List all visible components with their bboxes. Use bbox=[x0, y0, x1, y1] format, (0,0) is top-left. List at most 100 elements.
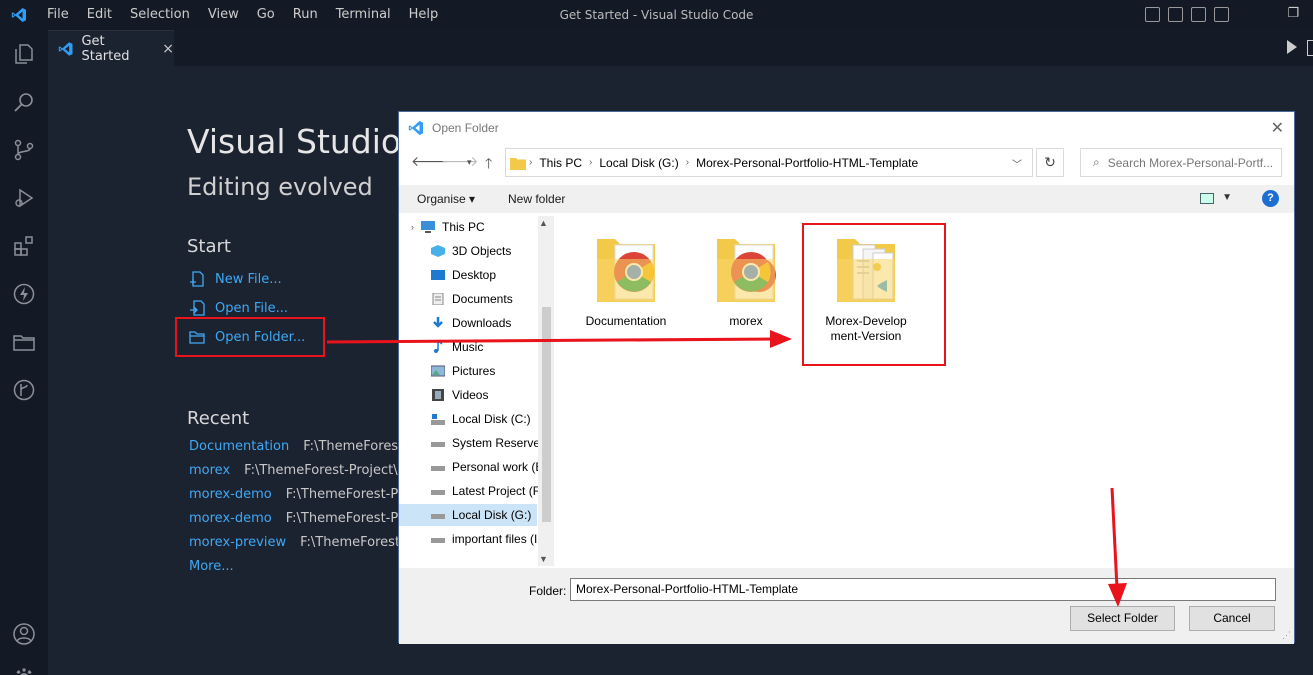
search-icon: ⌕ bbox=[1093, 155, 1100, 169]
open-folder-dialog: Open Folder ✕ 🡐 🡒 ▾ 🡑 › This PC › Local … bbox=[398, 111, 1295, 644]
forward-arrow-icon[interactable]: 🡒 bbox=[441, 153, 479, 170]
split-editor-icon[interactable] bbox=[1307, 40, 1313, 56]
lightning-icon[interactable] bbox=[12, 282, 36, 306]
computer-icon bbox=[421, 221, 435, 233]
search-icon[interactable] bbox=[12, 90, 36, 114]
folder-item-documentation[interactable]: Documentation bbox=[566, 231, 686, 329]
refresh-icon[interactable]: ↻ bbox=[1036, 148, 1064, 177]
address-dropdown-icon[interactable]: ﹀ bbox=[1012, 156, 1022, 171]
up-arrow-icon[interactable]: 🡑 bbox=[485, 153, 492, 177]
chrome-folder-icon bbox=[597, 239, 655, 302]
recent-name: morex bbox=[189, 463, 231, 478]
expand-chevron-icon[interactable]: › bbox=[411, 222, 414, 232]
nav-item-music[interactable]: Music bbox=[431, 336, 539, 358]
nav-item-label: Local Disk (G:) bbox=[452, 508, 532, 522]
nav-item-label: important files (I bbox=[452, 532, 538, 546]
new-file-link[interactable]: New File... bbox=[189, 270, 282, 288]
start-heading: Start bbox=[187, 236, 231, 257]
tab-close-icon[interactable]: × bbox=[162, 41, 174, 57]
windows-drive-icon bbox=[431, 414, 445, 425]
menu-edit[interactable]: Edit bbox=[78, 0, 121, 30]
download-arrow-icon bbox=[433, 317, 443, 328]
drive-icon bbox=[431, 466, 445, 471]
settings-gear-icon[interactable] bbox=[12, 666, 36, 675]
scroll-up-icon[interactable]: ▲ bbox=[539, 218, 548, 228]
search-input[interactable]: ⌕ Search Morex-Personal-Portf... bbox=[1080, 148, 1282, 177]
activity-bar bbox=[0, 30, 48, 675]
new-folder-button[interactable]: New folder bbox=[508, 192, 565, 206]
nav-item-important-files[interactable]: important files (I bbox=[431, 528, 539, 550]
menu-selection[interactable]: Selection bbox=[121, 0, 199, 30]
organise-button[interactable]: Organise ▾ bbox=[417, 192, 475, 206]
address-bar[interactable]: › This PC › Local Disk (G:) › Morex-Pers… bbox=[505, 148, 1033, 177]
menu-bar: File Edit Selection View Go Run Terminal… bbox=[38, 0, 447, 30]
nav-item-desktop[interactable]: Desktop bbox=[431, 264, 539, 286]
nav-item-label: Latest Project (F: bbox=[452, 484, 539, 498]
nav-item-personal-work[interactable]: Personal work (E bbox=[431, 456, 539, 478]
folder-name-input[interactable]: Morex-Personal-Portfolio-HTML-Template bbox=[570, 578, 1276, 601]
nav-item-local-disk-g[interactable]: Local Disk (G:) bbox=[399, 504, 537, 526]
recent-locations-chevron-icon[interactable]: ▾ bbox=[467, 157, 472, 168]
accounts-icon[interactable] bbox=[12, 622, 36, 646]
folder-icon[interactable] bbox=[12, 330, 36, 354]
source-control-icon[interactable] bbox=[12, 138, 36, 162]
run-icon[interactable] bbox=[1287, 40, 1297, 54]
dialog-close-icon[interactable]: ✕ bbox=[1271, 118, 1284, 138]
menu-file[interactable]: File bbox=[38, 0, 78, 30]
customize-layout-icon[interactable] bbox=[1214, 7, 1229, 22]
menu-terminal[interactable]: Terminal bbox=[327, 0, 400, 30]
nav-item-pictures[interactable]: Pictures bbox=[431, 360, 539, 382]
scroll-down-icon[interactable]: ▼ bbox=[539, 554, 548, 564]
resize-grip-icon[interactable]: ⋰ bbox=[1282, 630, 1291, 641]
chrome-folder-icon bbox=[717, 239, 776, 302]
cancel-button[interactable]: Cancel bbox=[1189, 606, 1275, 631]
open-file-icon bbox=[190, 300, 205, 316]
select-folder-button[interactable]: Select Folder bbox=[1070, 606, 1175, 631]
explorer-icon[interactable] bbox=[12, 42, 36, 66]
recent-item[interactable]: morex F:\ThemeForest-Project\HTM bbox=[189, 463, 427, 478]
recent-item[interactable]: Documentation F:\ThemeForest-Pr bbox=[189, 439, 421, 454]
menu-go[interactable]: Go bbox=[248, 0, 284, 30]
nav-item-local-disk-c[interactable]: Local Disk (C:) bbox=[431, 408, 539, 430]
dialog-title-bar: Open Folder ✕ bbox=[399, 112, 1294, 143]
breadcrumb-current-folder[interactable]: Morex-Personal-Portfolio-HTML-Template bbox=[696, 156, 918, 170]
development-folder-highlight bbox=[802, 223, 946, 366]
menu-help[interactable]: Help bbox=[400, 0, 448, 30]
open-file-label: Open File... bbox=[215, 300, 289, 316]
nav-item-downloads[interactable]: Downloads bbox=[431, 312, 539, 334]
change-view-icon[interactable] bbox=[1200, 193, 1214, 204]
view-options-chevron-icon[interactable]: ▼ bbox=[1222, 192, 1232, 203]
toggle-sidebar-icon[interactable] bbox=[1168, 7, 1183, 22]
nav-pane-scroll-thumb[interactable] bbox=[542, 307, 551, 522]
nav-item-documents[interactable]: Documents bbox=[431, 288, 539, 310]
tab-label: Get Started bbox=[81, 33, 130, 64]
recent-item[interactable]: morex-demo F:\ThemeForest-Proje bbox=[189, 487, 423, 502]
menu-view[interactable]: View bbox=[199, 0, 248, 30]
vscode-tab-icon bbox=[58, 41, 73, 56]
nav-item-system-reserved[interactable]: System Reserved bbox=[431, 432, 539, 454]
navigation-row: 🡐 🡒 ▾ 🡑 › This PC › Local Disk (G:) › Mo… bbox=[399, 145, 1294, 179]
folder-name: Documentation bbox=[585, 314, 667, 328]
nav-item-videos[interactable]: Videos bbox=[431, 384, 539, 406]
menu-run[interactable]: Run bbox=[284, 0, 327, 30]
run-debug-icon[interactable] bbox=[12, 186, 36, 210]
folder-item-morex[interactable]: morex bbox=[686, 231, 806, 329]
toggle-panel-icon[interactable] bbox=[1145, 7, 1160, 22]
breadcrumb-this-pc[interactable]: This PC bbox=[539, 156, 582, 170]
toggle-secondary-sidebar-icon[interactable] bbox=[1191, 7, 1206, 22]
breadcrumb-local-disk-g[interactable]: Local Disk (G:) bbox=[599, 156, 678, 170]
tab-get-started[interactable]: Get Started × bbox=[48, 30, 174, 66]
help-icon[interactable]: ? bbox=[1262, 190, 1279, 207]
open-file-link[interactable]: Open File... bbox=[189, 299, 288, 317]
recent-name: Documentation bbox=[189, 439, 290, 454]
nav-item-3d-objects[interactable]: 3D Objects bbox=[431, 240, 539, 262]
nav-item-latest-project[interactable]: Latest Project (F: bbox=[431, 480, 539, 502]
nav-item-this-pc[interactable]: This PC bbox=[421, 216, 529, 238]
git-graph-icon[interactable] bbox=[12, 378, 36, 402]
extensions-icon[interactable] bbox=[12, 234, 36, 258]
vscode-dialog-icon bbox=[408, 120, 423, 135]
more-recent-link[interactable]: More... bbox=[189, 559, 234, 574]
restore-window-icon[interactable]: ❐ bbox=[1287, 6, 1299, 21]
open-folder-highlight bbox=[175, 317, 325, 357]
recent-item[interactable]: morex-demo F:\ThemeForest-Proje bbox=[189, 511, 423, 526]
